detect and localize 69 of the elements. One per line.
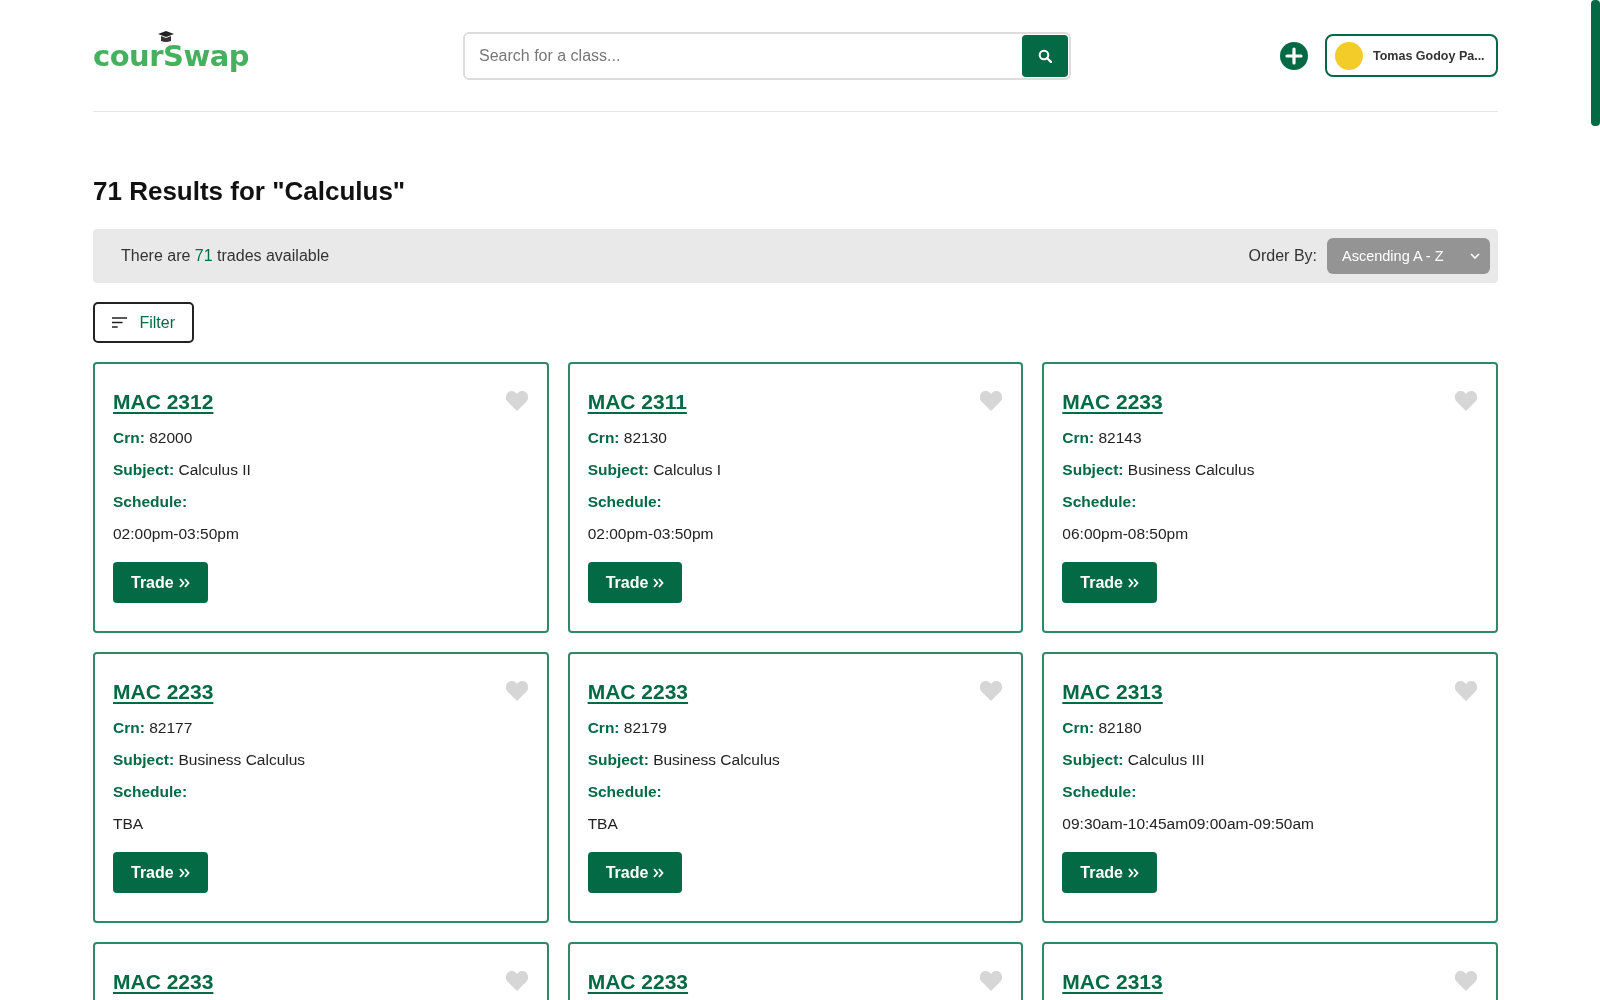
course-code-link[interactable]: MAC 2313 — [1062, 970, 1163, 994]
filter-button[interactable]: Filter — [93, 302, 194, 343]
schedule-label: Schedule: — [587, 783, 663, 801]
user-menu[interactable]: Tomas Godoy Pa... — [1325, 34, 1498, 77]
subject-text: Subject: Calculus II — [113, 461, 252, 479]
subject-text: Subject: Business Calculus — [587, 751, 781, 769]
course-code-link[interactable]: MAC 2233 — [113, 680, 214, 704]
heart-icon[interactable] — [979, 970, 1004, 991]
heart-icon[interactable] — [1454, 680, 1478, 701]
trade-button[interactable]: Trade — [587, 852, 683, 894]
crn-text: Crn: 82000 — [113, 429, 194, 447]
search-bar[interactable]: Search for a class... — [463, 31, 1071, 80]
heart-icon[interactable] — [504, 970, 529, 991]
schedule-time: TBA — [113, 815, 145, 833]
schedule-time: 06:00pm-08:50pm — [1062, 525, 1190, 543]
crn-text: Crn: 82179 — [587, 719, 668, 737]
subject-text: Subject: Business Calculus — [1062, 461, 1256, 479]
double-chevron-icon — [178, 867, 190, 878]
course-code-link[interactable]: MAC 2312 — [113, 390, 214, 414]
schedule-label: Schedule: — [1062, 493, 1138, 511]
subject-text: Subject: Calculus I — [587, 461, 723, 479]
results-heading: 71 Results for "Calculus" — [93, 176, 407, 207]
search-button[interactable] — [1022, 34, 1068, 77]
schedule-time: 02:00pm-03:50pm — [587, 525, 715, 543]
trade-button[interactable]: Trade — [1062, 562, 1157, 604]
add-icon[interactable] — [1280, 41, 1308, 70]
double-chevron-icon — [178, 577, 190, 588]
user-name: Tomas Godoy Pa... — [1373, 48, 1485, 63]
trade-button[interactable]: Trade — [113, 562, 208, 604]
subject-text: Subject: Calculus III — [1062, 751, 1206, 769]
double-chevron-icon — [653, 577, 665, 588]
crn-text: Crn: 82180 — [1062, 719, 1143, 737]
crn-text: Crn: 82130 — [587, 429, 668, 447]
schedule-label: Schedule: — [113, 493, 189, 511]
double-chevron-icon — [653, 867, 665, 878]
crn-text: Crn: 82143 — [1062, 429, 1143, 447]
trade-button[interactable]: Trade — [587, 562, 683, 604]
trade-button[interactable]: Trade — [113, 852, 208, 894]
course-code-link[interactable]: MAC 2233 — [1062, 390, 1163, 414]
subject-text: Subject: Business Calculus — [113, 751, 307, 769]
chevron-down-icon — [1470, 253, 1480, 259]
schedule-label: Schedule: — [1062, 783, 1138, 801]
course-code-link[interactable]: MAC 2233 — [113, 970, 214, 994]
crn-text: Crn: 82177 — [113, 719, 194, 737]
heart-icon[interactable] — [504, 680, 529, 701]
filter-icon — [112, 316, 128, 329]
double-chevron-icon — [1128, 867, 1139, 878]
order-by-label: Order By: — [1248, 247, 1317, 265]
heart-icon[interactable] — [979, 680, 1004, 701]
schedule-time: 02:00pm-03:50pm — [113, 525, 240, 543]
double-chevron-icon — [1128, 577, 1139, 588]
course-code-link[interactable]: MAC 2233 — [587, 970, 689, 994]
course-code-link[interactable]: MAC 2233 — [587, 680, 689, 704]
course-code-link[interactable]: MAC 2313 — [1062, 680, 1163, 704]
trade-button[interactable]: Trade — [1062, 852, 1157, 894]
schedule-label: Schedule: — [113, 783, 189, 801]
avatar — [1335, 41, 1363, 70]
course-code-link[interactable]: MAC 2311 — [587, 390, 687, 414]
scrollbar-thumb[interactable] — [1591, 0, 1600, 126]
schedule-time: 09:30am-10:45am09:00am-09:50am — [1062, 815, 1315, 833]
graduation-cap-icon — [157, 30, 175, 43]
schedule-label: Schedule: — [587, 493, 663, 511]
schedule-time: TBA — [587, 815, 619, 833]
trades-count-text: There are 71 trades available — [121, 247, 330, 265]
heart-icon[interactable] — [979, 390, 1004, 411]
heart-icon[interactable] — [504, 390, 529, 411]
heart-icon[interactable] — [1454, 390, 1478, 411]
search-icon — [1038, 48, 1052, 63]
heart-icon[interactable] — [1454, 970, 1478, 991]
